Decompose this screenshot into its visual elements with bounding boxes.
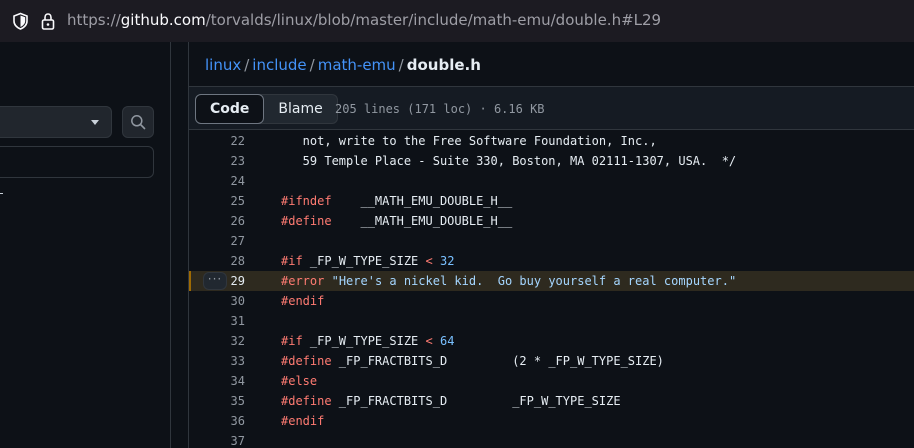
line-content: #else: [281, 374, 318, 388]
line-number[interactable]: 25: [189, 191, 245, 211]
line-number[interactable]: 37: [189, 431, 245, 448]
url-path: /torvalds/linux/blob/master/include/math…: [205, 11, 662, 29]
line-number[interactable]: 27: [189, 231, 245, 251]
code-line: 34 #else: [189, 371, 914, 391]
code-line: 35 #define _FP_FRACTBITS_D _FP_W_TYPE_SI…: [189, 391, 914, 411]
browser-url-bar: https://github.com/torvalds/linux/blob/m…: [0, 0, 914, 42]
file-header: Code Blame 205 lines (171 loc) · 6.16 KB: [189, 86, 914, 130]
code-line: 31: [189, 311, 914, 331]
url-field[interactable]: https://github.com/torvalds/linux/blob/m…: [67, 11, 661, 29]
line-number[interactable]: 29: [189, 271, 245, 291]
breadcrumb: linux / include / math-emu / double.h: [205, 56, 481, 74]
url-prefix: https://: [67, 11, 121, 29]
code-view: 22 not, write to the Free Software Found…: [189, 131, 914, 448]
line-number[interactable]: 28: [189, 251, 245, 271]
breadcrumb-link-include[interactable]: include: [252, 56, 306, 74]
line-number[interactable]: 34: [189, 371, 245, 391]
line-number[interactable]: 30: [189, 291, 245, 311]
breadcrumb-link-repo[interactable]: linux: [205, 56, 241, 74]
breadcrumb-separator: /: [398, 56, 404, 74]
url-host: github.com: [120, 11, 206, 29]
breadcrumb-current-file: double.h: [406, 56, 481, 74]
line-content: #define _FP_FRACTBITS_D (2 * _FP_W_TYPE_…: [281, 354, 664, 368]
line-number[interactable]: 26: [189, 211, 245, 231]
line-content: #define __MATH_EMU_DOUBLE_H__: [281, 214, 513, 228]
code-line: 32 #if _FP_W_TYPE_SIZE < 64: [189, 331, 914, 351]
shield-icon[interactable]: [12, 12, 29, 30]
search-icon: [131, 115, 146, 130]
file-view: linux / include / math-emu / double.h Code Bla…: [188, 42, 914, 448]
search-button[interactable]: [122, 106, 154, 138]
line-content: not, write to the Free Software Foundati…: [281, 134, 657, 148]
line-content: #error "Here's a nickel kid. Go buy your…: [281, 274, 737, 288]
code-line: 25 #ifndef __MATH_EMU_DOUBLE_H__: [189, 191, 914, 211]
code-line: 33 #define _FP_FRACTBITS_D (2 * _FP_W_TY…: [189, 351, 914, 371]
code-line-highlighted: ··· 29 #error "Here's a nickel kid. Go b…: [189, 271, 914, 291]
go-to-file-input[interactable]: [0, 146, 154, 178]
line-number[interactable]: 35: [189, 391, 245, 411]
line-content: #if _FP_W_TYPE_SIZE < 32: [281, 254, 455, 268]
line-number[interactable]: 36: [189, 411, 245, 431]
file-tree-sidebar: [0, 42, 171, 448]
line-number[interactable]: 23: [189, 151, 245, 171]
code-line: 36 #endif: [189, 411, 914, 431]
line-number[interactable]: 22: [189, 131, 245, 151]
line-number[interactable]: 32: [189, 331, 245, 351]
code-line: 23 59 Temple Place - Suite 330, Boston, …: [189, 151, 914, 171]
tab-code[interactable]: Code: [195, 94, 265, 124]
lock-icon[interactable]: [40, 12, 56, 30]
code-line: 28 #if _FP_W_TYPE_SIZE < 32: [189, 251, 914, 271]
code-line: 37: [189, 431, 914, 448]
line-content: #if _FP_W_TYPE_SIZE < 64: [281, 334, 455, 348]
tab-blame[interactable]: Blame: [264, 95, 336, 123]
code-line: 26 #define __MATH_EMU_DOUBLE_H__: [189, 211, 914, 231]
breadcrumb-link-math-emu[interactable]: math-emu: [318, 56, 396, 74]
line-number[interactable]: 33: [189, 351, 245, 371]
branch-select[interactable]: [0, 106, 112, 138]
line-content: 59 Temple Place - Suite 330, Boston, MA …: [281, 154, 737, 168]
breadcrumb-separator: /: [244, 56, 250, 74]
view-toggle: Code Blame: [195, 94, 338, 124]
code-line: 30 #endif: [189, 291, 914, 311]
chevron-down-icon: [91, 120, 99, 125]
code-line: 24: [189, 171, 914, 191]
line-content: #endif: [281, 294, 325, 308]
line-number[interactable]: 31: [189, 311, 245, 331]
code-line: 22 not, write to the Free Software Found…: [189, 131, 914, 151]
line-number[interactable]: 24: [189, 171, 245, 191]
line-content: #endif: [281, 414, 325, 428]
line-content: #ifndef __MATH_EMU_DOUBLE_H__: [281, 194, 513, 208]
line-content: #define _FP_FRACTBITS_D _FP_W_TYPE_SIZE: [281, 394, 621, 408]
tree-item-edge: [0, 193, 3, 194]
breadcrumb-separator: /: [309, 56, 315, 74]
file-stats: 205 lines (171 loc) · 6.16 KB: [335, 102, 545, 116]
code-line: 27: [189, 231, 914, 251]
